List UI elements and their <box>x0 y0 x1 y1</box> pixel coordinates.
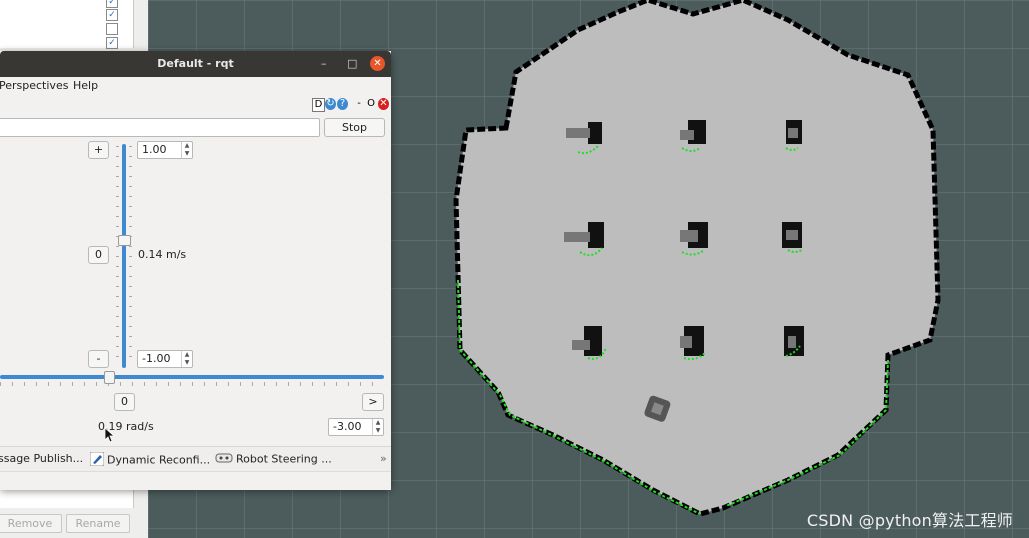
close-button[interactable]: ✕ <box>370 56 385 71</box>
more-tabs-button[interactable]: » <box>380 452 387 465</box>
window-title: Default - rqt <box>157 57 234 70</box>
pencil-icon <box>89 451 105 469</box>
menu-bar: Perspectives Help <box>0 77 391 96</box>
tab-dynamic-reconfigure[interactable]: Dynamic Reconfi... <box>89 451 211 469</box>
linear-zero-button[interactable]: 0 <box>88 246 109 264</box>
tab-message-publisher[interactable]: ssage Publish... <box>0 452 83 465</box>
rename-button[interactable]: Rename <box>66 514 130 533</box>
stop-button[interactable]: Stop <box>324 118 385 137</box>
gamepad-icon <box>215 452 233 467</box>
displays-list[interactable]: ✓ ✓ ✓ <box>0 0 134 49</box>
menu-perspectives[interactable]: Perspectives <box>0 79 68 92</box>
close-plugin-icon[interactable]: ✕ <box>378 98 389 110</box>
linear-velocity-label: 0.14 m/s <box>138 248 187 261</box>
dock-button[interactable]: D <box>312 98 325 112</box>
watermark-text: CSDN @python算法工程师 <box>806 511 1013 530</box>
linear-slider-ticks <box>129 146 132 366</box>
linear-slider-handle[interactable] <box>118 235 131 247</box>
mouse-cursor-icon <box>105 428 115 442</box>
status-strip <box>0 471 391 490</box>
plugin-title-bar: D ↻ ? - O ✕ <box>0 96 391 114</box>
reload-icon[interactable]: ↻ <box>325 98 336 110</box>
maximize-button[interactable]: □ <box>347 57 357 71</box>
tab-label: Dynamic Reconfi... <box>107 453 211 467</box>
linear-max-spinbox[interactable]: 1.00 ▲ ▼ <box>137 141 193 159</box>
remove-button[interactable]: Remove <box>0 514 62 533</box>
linear-plus-button[interactable]: + <box>88 141 109 159</box>
minimize-plugin-button[interactable]: - <box>355 98 363 110</box>
linear-velocity-slider[interactable] <box>122 144 126 368</box>
linear-max-value: 1.00 <box>142 143 167 156</box>
spin-arrows-icon[interactable]: ▲ ▼ <box>372 419 383 435</box>
linear-min-spinbox[interactable]: -1.00 ▲ ▼ <box>137 350 193 368</box>
window-titlebar[interactable]: Default - rqt – □ ✕ <box>0 51 391 77</box>
display-checkbox[interactable]: ✓ <box>106 9 118 21</box>
angular-slider-ticks <box>0 382 384 386</box>
angular-right-button[interactable]: > <box>362 393 384 411</box>
angular-min-spinbox[interactable]: -3.00 ▲ ▼ <box>328 418 384 436</box>
topic-input[interactable] <box>0 118 320 137</box>
angular-slider-handle[interactable] <box>103 371 115 384</box>
angular-velocity-slider[interactable] <box>0 375 384 379</box>
angular-zero-button[interactable]: 0 <box>114 393 135 411</box>
display-checkbox[interactable]: ✓ <box>106 0 118 8</box>
float-plugin-button[interactable]: O <box>366 98 376 110</box>
spin-arrows-icon[interactable]: ▲ ▼ <box>181 142 192 158</box>
tab-label: ssage Publish... <box>0 452 84 465</box>
display-checkbox[interactable] <box>106 23 118 35</box>
linear-slider-ticks <box>116 146 119 366</box>
angular-min-value: -3.00 <box>333 420 362 433</box>
tab-robot-steering[interactable]: Robot Steering ... <box>215 452 332 467</box>
spin-arrows-icon[interactable]: ▲ ▼ <box>181 351 192 367</box>
tab-label: Robot Steering ... <box>236 452 332 466</box>
plugin-tab-bar: ssage Publish... Dynamic Reconfi... Robo… <box>0 446 391 471</box>
menu-help[interactable]: Help <box>73 79 98 92</box>
linear-min-value: -1.00 <box>142 352 171 365</box>
displays-list-lower <box>0 488 134 508</box>
help-icon[interactable]: ? <box>337 98 348 110</box>
display-checkbox[interactable]: ✓ <box>106 37 118 49</box>
rqt-window: Default - rqt – □ ✕ Perspectives Help D … <box>0 51 391 490</box>
minimize-button[interactable]: – <box>321 57 327 71</box>
linear-minus-button[interactable]: - <box>88 350 109 368</box>
